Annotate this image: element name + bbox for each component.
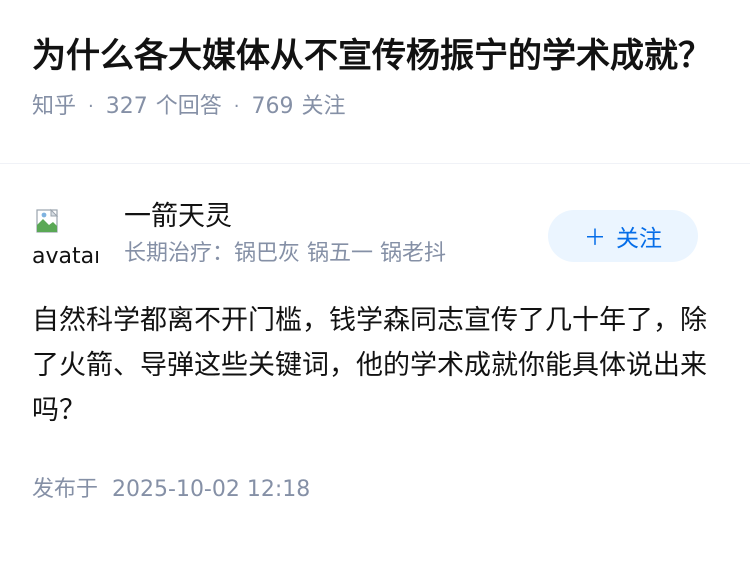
follow-button[interactable]: ＋ 关注: [548, 210, 698, 262]
follow-count-label[interactable]: 关注: [302, 92, 346, 122]
answer-count-label[interactable]: 个回答: [156, 92, 222, 122]
broken-image-icon: [36, 208, 59, 233]
avatar[interactable]: avatar: [32, 203, 98, 265]
publish-label: 发布于: [32, 477, 99, 502]
meta-separator: ·: [233, 96, 240, 117]
question-title[interactable]: 为什么各大媒体从不宣传杨振宁的学术成就？: [32, 34, 712, 78]
plus-icon: ＋: [583, 226, 606, 251]
answer-count[interactable]: 327: [106, 92, 148, 122]
question-header: 为什么各大媒体从不宣传杨振宁的学术成就？ 知乎 · 327 个回答 · 769 …: [0, 0, 750, 164]
avatar-alt-text: avatar: [32, 244, 98, 266]
question-meta: 知乎 · 327 个回答 · 769 关注: [32, 92, 718, 122]
publish-time: 2025-10-02 12:18: [112, 477, 311, 502]
follow-count[interactable]: 769: [252, 92, 294, 122]
author-row: avatar 一箭天灵 长期治疗：锅巴灰 锅五一 锅老抖 ＋ 关注: [32, 199, 718, 289]
answer-content[interactable]: 自然科学都离不开门槛，钱学森同志宣传了几十年了，除了火箭、导弹这些关键词，他的学…: [32, 298, 712, 433]
author-name[interactable]: 一箭天灵: [124, 199, 232, 235]
answer-card: avatar 一箭天灵 长期治疗：锅巴灰 锅五一 锅老抖 ＋ 关注 自然科学都离…: [0, 199, 750, 505]
author-bio: 长期治疗：锅巴灰 锅五一 锅老抖: [124, 241, 446, 266]
follow-button-label: 关注: [616, 226, 662, 252]
publish-info: 发布于 2025-10-02 12:18: [32, 475, 718, 505]
meta-separator: ·: [88, 96, 94, 117]
source-label[interactable]: 知乎: [32, 92, 76, 122]
